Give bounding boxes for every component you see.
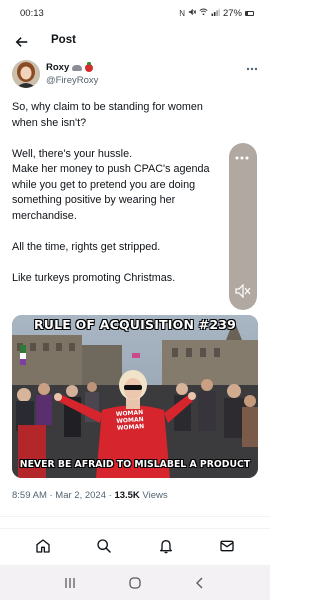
- back-nav-button[interactable]: [189, 572, 211, 594]
- tweet-line: when she isn't?: [12, 116, 87, 129]
- nfc-icon: N: [179, 8, 185, 18]
- tweet-line: while you get to pretend you are doing: [12, 178, 196, 191]
- divider: [0, 516, 270, 517]
- tweet-line: something positive by wearing her: [12, 194, 176, 206]
- video-mute-icon[interactable]: [235, 283, 251, 299]
- meme-photo: [12, 315, 258, 478]
- meme-top-caption: RULE OF ACQUISITION #239: [33, 317, 237, 332]
- mute-icon: [188, 8, 197, 18]
- tweet-line: Make her money to push CPAC's agenda: [12, 163, 210, 175]
- divider: [0, 528, 270, 529]
- views-label: Views: [139, 490, 168, 501]
- nav-messages-button[interactable]: [216, 535, 238, 557]
- author-handle[interactable]: @FireyRoxy: [46, 75, 98, 86]
- nav-notifications-button[interactable]: [155, 535, 177, 557]
- recent-apps-button[interactable]: [59, 572, 81, 594]
- status-bar: 00:13 N 27%: [0, 0, 270, 26]
- meme-bottom-caption: NEVER BE AFRAID TO MISLABEL A PRODUCT: [19, 459, 251, 470]
- envelope-icon: [220, 540, 234, 552]
- post-header: Post: [0, 28, 270, 56]
- more-icon: [246, 67, 258, 71]
- author-name[interactable]: Roxy: [46, 62, 69, 73]
- home-icon: [36, 539, 50, 553]
- tweet-gap: [12, 131, 234, 147]
- tweet-text: So, why claim to be standing for women w…: [12, 100, 234, 286]
- back-arrow-icon: [15, 37, 28, 47]
- tweet-media-image[interactable]: RULE OF ACQUISITION #239 NEVER BE AFRAID…: [12, 315, 258, 478]
- tweet-gap: [12, 255, 234, 271]
- tweet-line: So, why claim to be standing for women: [12, 101, 203, 113]
- tweet-line: All the time, rights get stripped.: [12, 240, 161, 253]
- more-options-button[interactable]: [246, 60, 258, 74]
- back-chevron-icon: [195, 577, 203, 588]
- avatar[interactable]: [12, 60, 40, 88]
- nav-search-button[interactable]: [93, 535, 115, 557]
- tweet-meta: 8:59 AM · Mar 2, 2024 · 13.5K Views: [12, 490, 168, 501]
- tweet-gap: [12, 224, 234, 240]
- cloud-emoji-icon: [72, 64, 83, 71]
- home-button[interactable]: [124, 572, 146, 594]
- bottom-nav: [0, 530, 270, 562]
- page-title: Post: [51, 34, 76, 46]
- home-circle-icon: [129, 576, 141, 589]
- system-nav-bar: [0, 565, 270, 600]
- video-more-icon[interactable]: [235, 151, 249, 163]
- tweet-timestamp[interactable]: 8:59 AM · Mar 2, 2024 ·: [12, 490, 114, 501]
- wifi-icon: [199, 8, 208, 18]
- author-name-row[interactable]: Roxy: [46, 61, 94, 73]
- tomato-emoji-icon: [85, 61, 94, 72]
- status-icons: N 27%: [179, 8, 254, 19]
- battery-icon: [245, 10, 254, 16]
- status-time: 00:13: [20, 7, 44, 19]
- bell-icon: [159, 540, 172, 554]
- tweet-line: merchandise.: [12, 209, 77, 222]
- back-button[interactable]: [12, 32, 32, 52]
- signal-icon: [211, 8, 220, 18]
- views-count[interactable]: 13.5K: [114, 490, 139, 501]
- battery-percent: 27%: [222, 7, 242, 19]
- author-row: Roxy @FireyRoxy: [12, 60, 258, 94]
- floating-video-controls[interactable]: [229, 143, 257, 310]
- shirt-text: WOMAN WOMAN WOMAN: [109, 409, 150, 433]
- nav-home-button[interactable]: [32, 535, 54, 557]
- search-icon: [97, 539, 111, 553]
- recent-apps-icon: [65, 577, 75, 588]
- tweet-line: Like turkeys promoting Christmas.: [12, 271, 176, 284]
- tweet-line: Well, there's your hussle.: [12, 147, 133, 160]
